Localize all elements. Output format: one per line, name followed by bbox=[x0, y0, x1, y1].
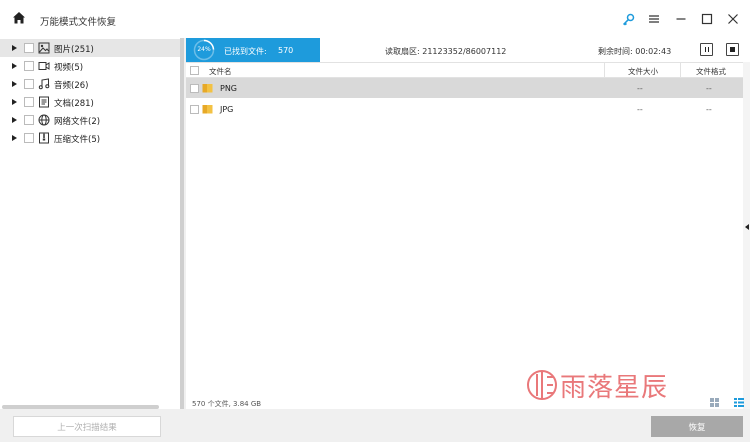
row-name: JPG bbox=[220, 105, 234, 114]
title-bar: 万能模式文件恢复 bbox=[0, 0, 750, 38]
checkbox[interactable] bbox=[24, 43, 34, 53]
expand-arrow-icon[interactable] bbox=[12, 81, 17, 87]
found-files-count: 570 bbox=[278, 46, 294, 55]
expand-arrow-icon[interactable] bbox=[12, 135, 17, 141]
checkbox[interactable] bbox=[24, 79, 34, 89]
scan-progress: 24% 已找到文件: 570 bbox=[186, 38, 320, 62]
column-divider[interactable] bbox=[680, 63, 681, 79]
close-icon bbox=[728, 14, 738, 24]
checkbox[interactable] bbox=[24, 133, 34, 143]
select-all-checkbox[interactable] bbox=[190, 66, 199, 75]
found-files-label: 已找到文件: bbox=[224, 47, 267, 56]
image-icon bbox=[38, 42, 50, 54]
sidebar-item-label: 压缩文件(5) bbox=[54, 135, 101, 145]
row-checkbox[interactable] bbox=[190, 84, 199, 93]
watermark: 雨落星辰 bbox=[526, 362, 716, 408]
sidebar-item-label: 文档(281) bbox=[54, 99, 94, 109]
stop-icon bbox=[730, 47, 735, 52]
column-header-format[interactable]: 文件格式 bbox=[696, 66, 726, 77]
pause-icon bbox=[707, 47, 709, 52]
globe-icon bbox=[38, 114, 50, 126]
row-name: PNG bbox=[220, 84, 238, 93]
sector-readout: 读取扇区: 21123352/86007112 bbox=[385, 47, 507, 56]
expand-arrow-icon[interactable] bbox=[12, 117, 17, 123]
checkbox[interactable] bbox=[24, 115, 34, 125]
previous-scan-button[interactable]: 上一次扫描结果 bbox=[13, 416, 161, 437]
maximize-button[interactable] bbox=[699, 11, 715, 27]
category-sidebar: 图片(251) 视频(5) 音频(26) 文档(281) 网络文件(2) 压缩文… bbox=[0, 38, 184, 409]
sidebar-item-audio[interactable]: 音频(26) bbox=[0, 75, 181, 93]
menu-button[interactable] bbox=[646, 11, 662, 27]
expand-arrow-icon[interactable] bbox=[12, 63, 17, 69]
remaining-time: 剩余时间: 00:02:43 bbox=[598, 47, 672, 56]
table-row[interactable]: PNG -- -- bbox=[186, 78, 743, 98]
table-row[interactable]: JPG -- -- bbox=[186, 99, 743, 119]
sidebar-item-archives[interactable]: 压缩文件(5) bbox=[0, 129, 181, 147]
close-button[interactable] bbox=[725, 11, 741, 27]
checkbox[interactable] bbox=[24, 97, 34, 107]
column-header-size[interactable]: 文件大小 bbox=[628, 66, 658, 77]
row-size: -- bbox=[637, 105, 643, 114]
column-divider[interactable] bbox=[604, 63, 605, 79]
pause-icon bbox=[704, 47, 706, 52]
folder-icon bbox=[202, 84, 213, 93]
expand-arrow-icon[interactable] bbox=[12, 45, 17, 51]
footer: 上一次扫描结果 恢复 bbox=[0, 409, 750, 442]
list-view-icon bbox=[734, 398, 744, 407]
folder-icon bbox=[202, 105, 213, 114]
minimize-icon bbox=[676, 18, 686, 20]
status-summary: 570 个文件, 3.84 GB bbox=[192, 400, 262, 408]
music-icon bbox=[38, 78, 50, 90]
row-checkbox[interactable] bbox=[190, 105, 199, 114]
column-header-name[interactable]: 文件名 bbox=[209, 66, 232, 77]
progress-percent: 24% bbox=[197, 46, 211, 53]
archive-icon bbox=[39, 132, 49, 144]
maximize-icon bbox=[701, 13, 713, 25]
document-icon bbox=[39, 96, 49, 108]
key-button[interactable] bbox=[620, 11, 636, 27]
expand-arrow-icon[interactable] bbox=[12, 99, 17, 105]
video-icon bbox=[38, 62, 50, 70]
sidebar-item-label: 音频(26) bbox=[54, 81, 89, 91]
sidebar-item-label: 网络文件(2) bbox=[54, 117, 101, 127]
stop-button[interactable] bbox=[726, 43, 739, 56]
sidebar-item-label: 视频(5) bbox=[54, 63, 84, 73]
pause-button[interactable] bbox=[700, 43, 713, 56]
minimize-button[interactable] bbox=[673, 11, 689, 27]
watermark-logo-icon bbox=[527, 370, 557, 400]
menu-icon bbox=[649, 15, 659, 23]
results-panel: 24% 已找到文件: 570 读取扇区: 21123352/86007112 剩… bbox=[186, 38, 750, 409]
recover-button[interactable]: 恢复 bbox=[651, 416, 743, 437]
sidebar-vertical-scrollbar[interactable] bbox=[180, 38, 184, 409]
key-icon bbox=[622, 13, 634, 26]
app-title: 万能模式文件恢复 bbox=[40, 17, 117, 28]
watermark-text: 雨落星辰 bbox=[560, 373, 669, 403]
row-size: -- bbox=[637, 84, 643, 93]
row-format: -- bbox=[706, 105, 712, 114]
row-format: -- bbox=[706, 84, 712, 93]
results-scrollbar[interactable] bbox=[743, 62, 750, 409]
sidebar-item-documents[interactable]: 文档(281) bbox=[0, 93, 181, 111]
sidebar-item-images[interactable]: 图片(251) bbox=[0, 39, 181, 57]
sidebar-item-network-files[interactable]: 网络文件(2) bbox=[0, 111, 181, 129]
home-icon[interactable] bbox=[12, 11, 26, 25]
table-header: 文件名 文件大小 文件格式 bbox=[186, 62, 743, 79]
collapse-panel-icon[interactable] bbox=[745, 224, 749, 230]
sidebar-item-label: 图片(251) bbox=[54, 45, 94, 55]
sidebar-item-videos[interactable]: 视频(5) bbox=[0, 57, 181, 75]
checkbox[interactable] bbox=[24, 61, 34, 71]
